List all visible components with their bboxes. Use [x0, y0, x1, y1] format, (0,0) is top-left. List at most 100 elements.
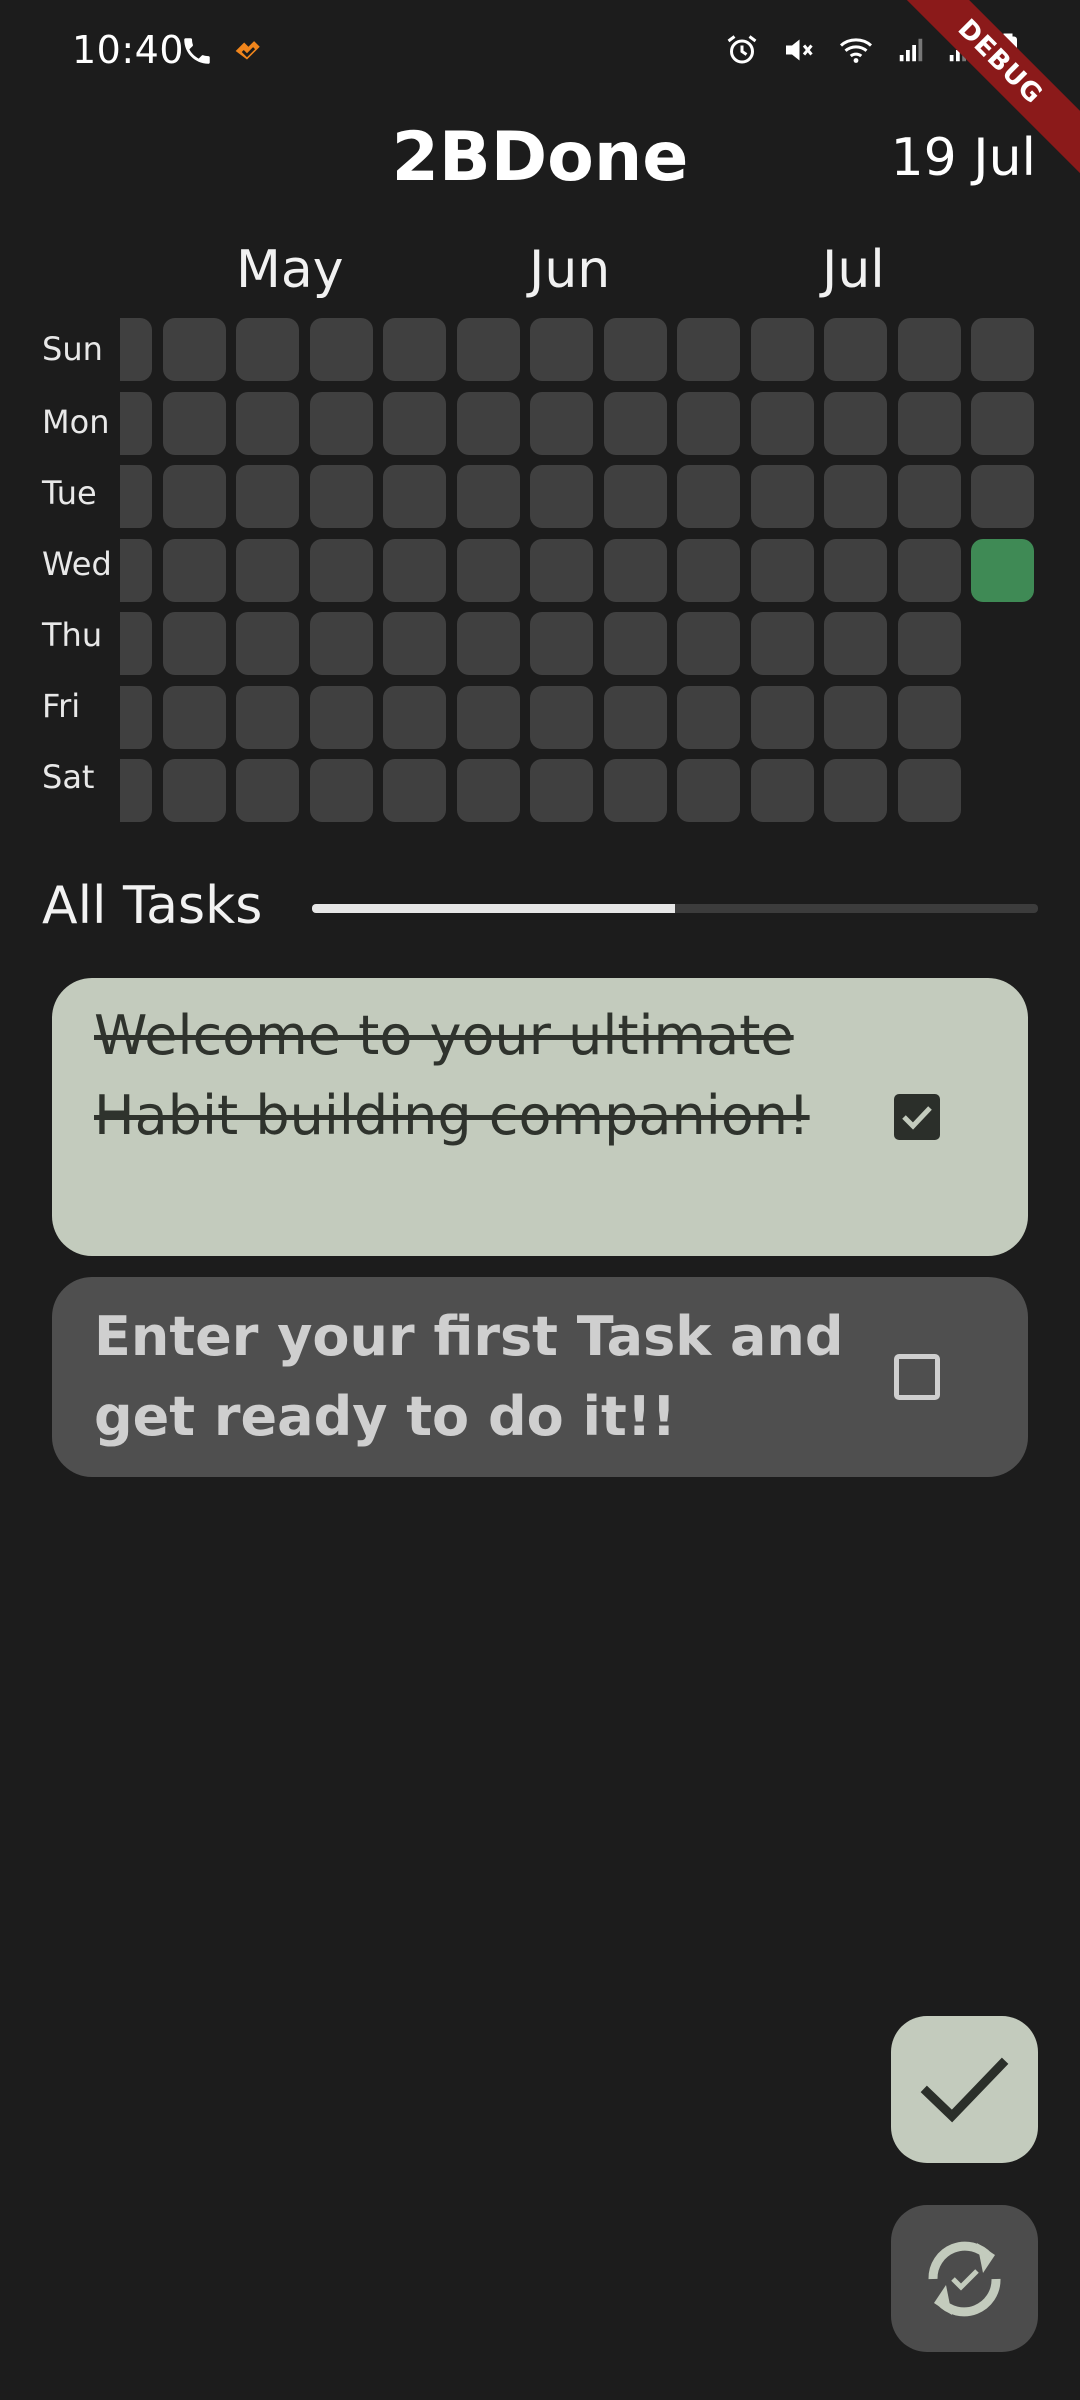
- heatmap-cell: [824, 759, 887, 822]
- heatmap-cell: [456, 318, 520, 381]
- month-label-jul: Jul: [822, 240, 885, 300]
- task-checkbox-2[interactable]: [894, 1354, 940, 1400]
- heatmap-cell: [309, 538, 373, 602]
- heatmap-cell: [120, 685, 152, 749]
- complete-fab-button[interactable]: [891, 2016, 1038, 2163]
- heatmap-cell: [456, 538, 520, 602]
- wifi-icon: [836, 32, 876, 68]
- weekday-label-tue: Tue: [42, 474, 97, 512]
- heatmap-cell: [456, 391, 520, 455]
- weekday-label-sat: Sat: [42, 758, 95, 796]
- heatmap-cell: [750, 465, 814, 528]
- heatmap-cell: [309, 318, 373, 381]
- heatmap-cell: [677, 612, 740, 675]
- heatmap-cell: [120, 318, 152, 381]
- heatmap-cell: [309, 391, 373, 455]
- heatmap-cell: [162, 318, 226, 381]
- sync-icon: [928, 2241, 1001, 2317]
- heatmap-cell: [897, 318, 961, 381]
- heatmap-cell: [897, 391, 961, 455]
- heatmap-cell: [603, 759, 667, 822]
- heatmap-cell: [603, 538, 667, 602]
- heatmap-cell: [383, 685, 446, 749]
- weekday-label-wed: Wed: [42, 545, 112, 583]
- heatmap-cell: [383, 318, 446, 381]
- heatmap-cell: [120, 759, 152, 822]
- heatmap-cell: [677, 759, 740, 822]
- heatmap-cell: [120, 465, 152, 528]
- heatmap-cell: [162, 685, 226, 749]
- heatmap-cell: [897, 685, 961, 749]
- heatmap-cell: [971, 465, 1034, 528]
- heatmap-cell: [603, 318, 667, 381]
- month-label-may: May: [236, 240, 344, 300]
- all-tasks-label: All Tasks: [42, 876, 263, 936]
- heatmap-cell: [897, 759, 961, 822]
- heatmap-cell: [824, 391, 887, 455]
- heatmap-cell: [750, 391, 814, 455]
- heatmap-cell: [897, 465, 961, 528]
- heatmap-cell: [162, 612, 226, 675]
- heatmap-cell: [456, 465, 520, 528]
- heatmap-cell: [897, 538, 961, 602]
- heatmap-cell: [530, 318, 593, 381]
- heatmap-cell: [677, 391, 740, 455]
- weekday-label-fri: Fri: [42, 687, 81, 725]
- heatmap-cell: [750, 318, 814, 381]
- heatmap-cell: [236, 685, 299, 749]
- heatmap-cell: [971, 391, 1034, 455]
- task-text-1: Welcome to your ultimate Habit building …: [94, 1004, 810, 1147]
- month-label-jun: Jun: [529, 240, 611, 300]
- heatmap-cell: [309, 759, 373, 822]
- heatmap-cell: [236, 391, 299, 455]
- heatmap-cell: [824, 318, 887, 381]
- weekday-label-mon: Mon: [42, 403, 110, 441]
- heatmap-cell: [750, 759, 814, 822]
- task-card-1[interactable]: Welcome to your ultimate Habit building …: [52, 978, 1028, 1256]
- heatmap-cell: [120, 391, 152, 455]
- status-bar: 10:40 DEBUG: [0, 0, 1080, 184]
- heatmap-cell: [383, 612, 446, 675]
- heatmap-cell: [530, 685, 593, 749]
- heatmap-cell: [677, 685, 740, 749]
- heatmap-cell: [824, 612, 887, 675]
- task-card-2[interactable]: Enter your first Task and get ready to d…: [52, 1277, 1028, 1477]
- heatmap-cell: [824, 465, 887, 528]
- heatmap-cell: [236, 612, 299, 675]
- heatmap-cell: [897, 612, 961, 675]
- heatmap-cell: [383, 391, 446, 455]
- heatmap-cell: [603, 685, 667, 749]
- signal-icon: [896, 32, 926, 68]
- task-checkbox-1[interactable]: [894, 1094, 940, 1140]
- checkmark-icon: [902, 1106, 932, 1130]
- heatmap-cell: [530, 538, 593, 602]
- heatmap-cell: [530, 759, 593, 822]
- heatmap-cell: [824, 538, 887, 602]
- heatmap-cell: [750, 612, 814, 675]
- heatmap-cell: [530, 612, 593, 675]
- heatmap-cell: [750, 538, 814, 602]
- heatmap-cell: [456, 685, 520, 749]
- heatmap-cell: [603, 391, 667, 455]
- heatmap-cell: [309, 465, 373, 528]
- heatmap-cell: [677, 538, 740, 602]
- habit-heatmap: [120, 318, 1040, 824]
- heatmap-cell: [309, 685, 373, 749]
- heatmap-cell: [456, 612, 520, 675]
- phone-icon: [180, 34, 214, 68]
- heatmap-cell: [236, 538, 299, 602]
- check-icon: [920, 2057, 1009, 2123]
- heatmap-cell: [603, 612, 667, 675]
- status-time: 10:40: [72, 28, 185, 72]
- tasks-progress-fill: [312, 904, 675, 913]
- heatmap-cell: [120, 538, 152, 602]
- alarm-icon: [724, 32, 760, 68]
- heatmap-cell: [236, 465, 299, 528]
- tasks-progress-bar: [312, 904, 1038, 913]
- heatmap-cell: [603, 465, 667, 528]
- mute-icon: [780, 32, 816, 68]
- sync-fab-button[interactable]: [891, 2205, 1038, 2352]
- heatmap-cell: [236, 318, 299, 381]
- heatmap-cell: [162, 391, 226, 455]
- heatmap-cell: [530, 391, 593, 455]
